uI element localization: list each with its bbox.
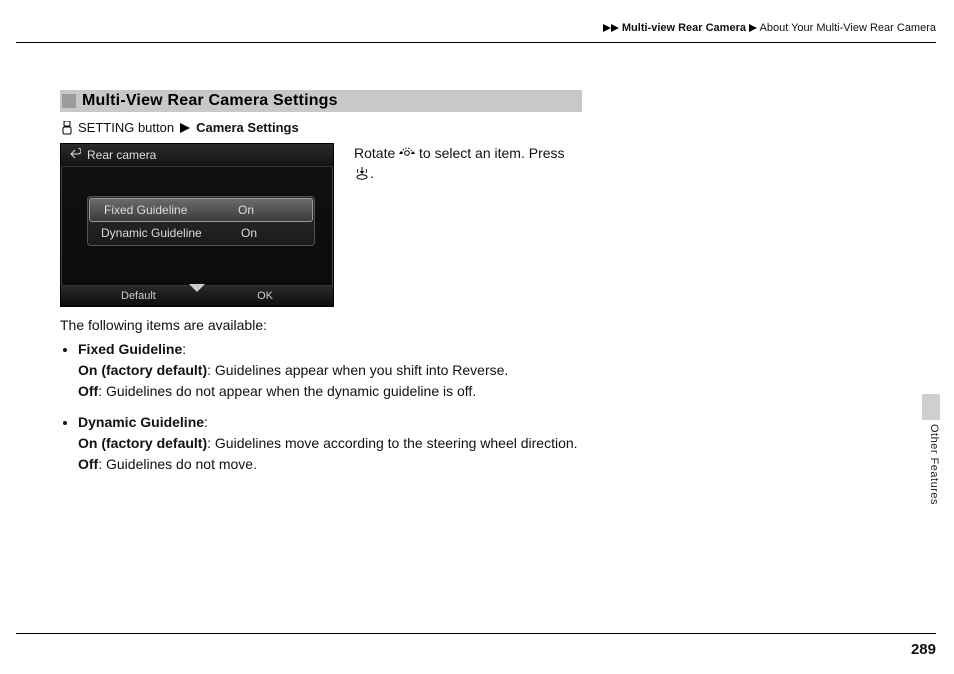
breadcrumb: Multi-view Rear Camera About Your Multi-… bbox=[603, 22, 936, 34]
item-off-text: : Guidelines do not move. bbox=[98, 456, 257, 472]
breadcrumb-level2: About Your Multi-View Rear Camera bbox=[760, 22, 937, 34]
screenshot-title: Rear camera bbox=[87, 148, 156, 162]
instruction-mid: to select an item. Press bbox=[419, 145, 565, 161]
settings-item-list: Fixed Guideline: On (factory default): G… bbox=[60, 339, 880, 475]
item-name: Dynamic Guideline bbox=[78, 414, 204, 430]
return-icon bbox=[69, 148, 81, 163]
triangle-icon bbox=[178, 121, 192, 135]
item-on-label: On (factory default) bbox=[78, 435, 207, 451]
section-heading: Multi-View Rear Camera Settings bbox=[60, 90, 582, 112]
list-item-value: On bbox=[241, 226, 301, 240]
list-item-label: Dynamic Guideline bbox=[101, 226, 241, 240]
footer-right-button: OK bbox=[257, 290, 273, 302]
press-knob-icon bbox=[354, 166, 370, 180]
side-section-label: Other Features bbox=[928, 424, 940, 505]
divider bbox=[16, 633, 936, 634]
item-on-text: : Guidelines appear when you shift into … bbox=[207, 362, 508, 378]
list-item-label: Fixed Guideline bbox=[104, 203, 238, 217]
item-off-label: Off bbox=[78, 456, 98, 472]
footer-left-button: Default bbox=[121, 290, 156, 302]
page-number: 289 bbox=[911, 641, 936, 658]
item-on-label: On (factory default) bbox=[78, 362, 207, 378]
divider bbox=[16, 42, 936, 43]
setting-button-icon bbox=[60, 121, 74, 135]
item-off-label: Off bbox=[78, 383, 98, 399]
triangle-icon bbox=[611, 24, 619, 32]
infotainment-screenshot: Rear camera Fixed Guideline On Dynamic G… bbox=[60, 143, 334, 307]
instruction-text: Rotate to select an item. Press bbox=[354, 143, 584, 184]
available-intro: The following items are available: bbox=[60, 317, 880, 333]
settings-item: Dynamic Guideline: On (factory default):… bbox=[78, 412, 880, 475]
menu-path-post: Camera Settings bbox=[196, 120, 299, 135]
chevron-down-icon bbox=[189, 284, 205, 297]
list-item: Dynamic Guideline On bbox=[87, 222, 315, 244]
settings-item: Fixed Guideline: On (factory default): G… bbox=[78, 339, 880, 402]
triangle-icon bbox=[749, 24, 757, 32]
menu-path-pre: SETTING button bbox=[78, 120, 174, 135]
item-on-text: : Guidelines move according to the steer… bbox=[207, 435, 577, 451]
triangle-icon bbox=[603, 24, 611, 32]
list-item: Fixed Guideline On bbox=[89, 198, 313, 222]
section-tab-marker bbox=[922, 394, 940, 420]
item-off-text: : Guidelines do not appear when the dyna… bbox=[98, 383, 476, 399]
item-name: Fixed Guideline bbox=[78, 341, 182, 357]
rotate-knob-icon bbox=[399, 146, 415, 160]
section-title-text: Multi-View Rear Camera Settings bbox=[82, 92, 338, 110]
breadcrumb-level1: Multi-view Rear Camera bbox=[622, 22, 746, 34]
menu-path: SETTING button Camera Settings bbox=[60, 120, 880, 135]
square-bullet-icon bbox=[62, 94, 76, 108]
list-item-value: On bbox=[238, 203, 298, 217]
instruction-post: . bbox=[370, 165, 374, 181]
instruction-pre: Rotate bbox=[354, 145, 395, 161]
